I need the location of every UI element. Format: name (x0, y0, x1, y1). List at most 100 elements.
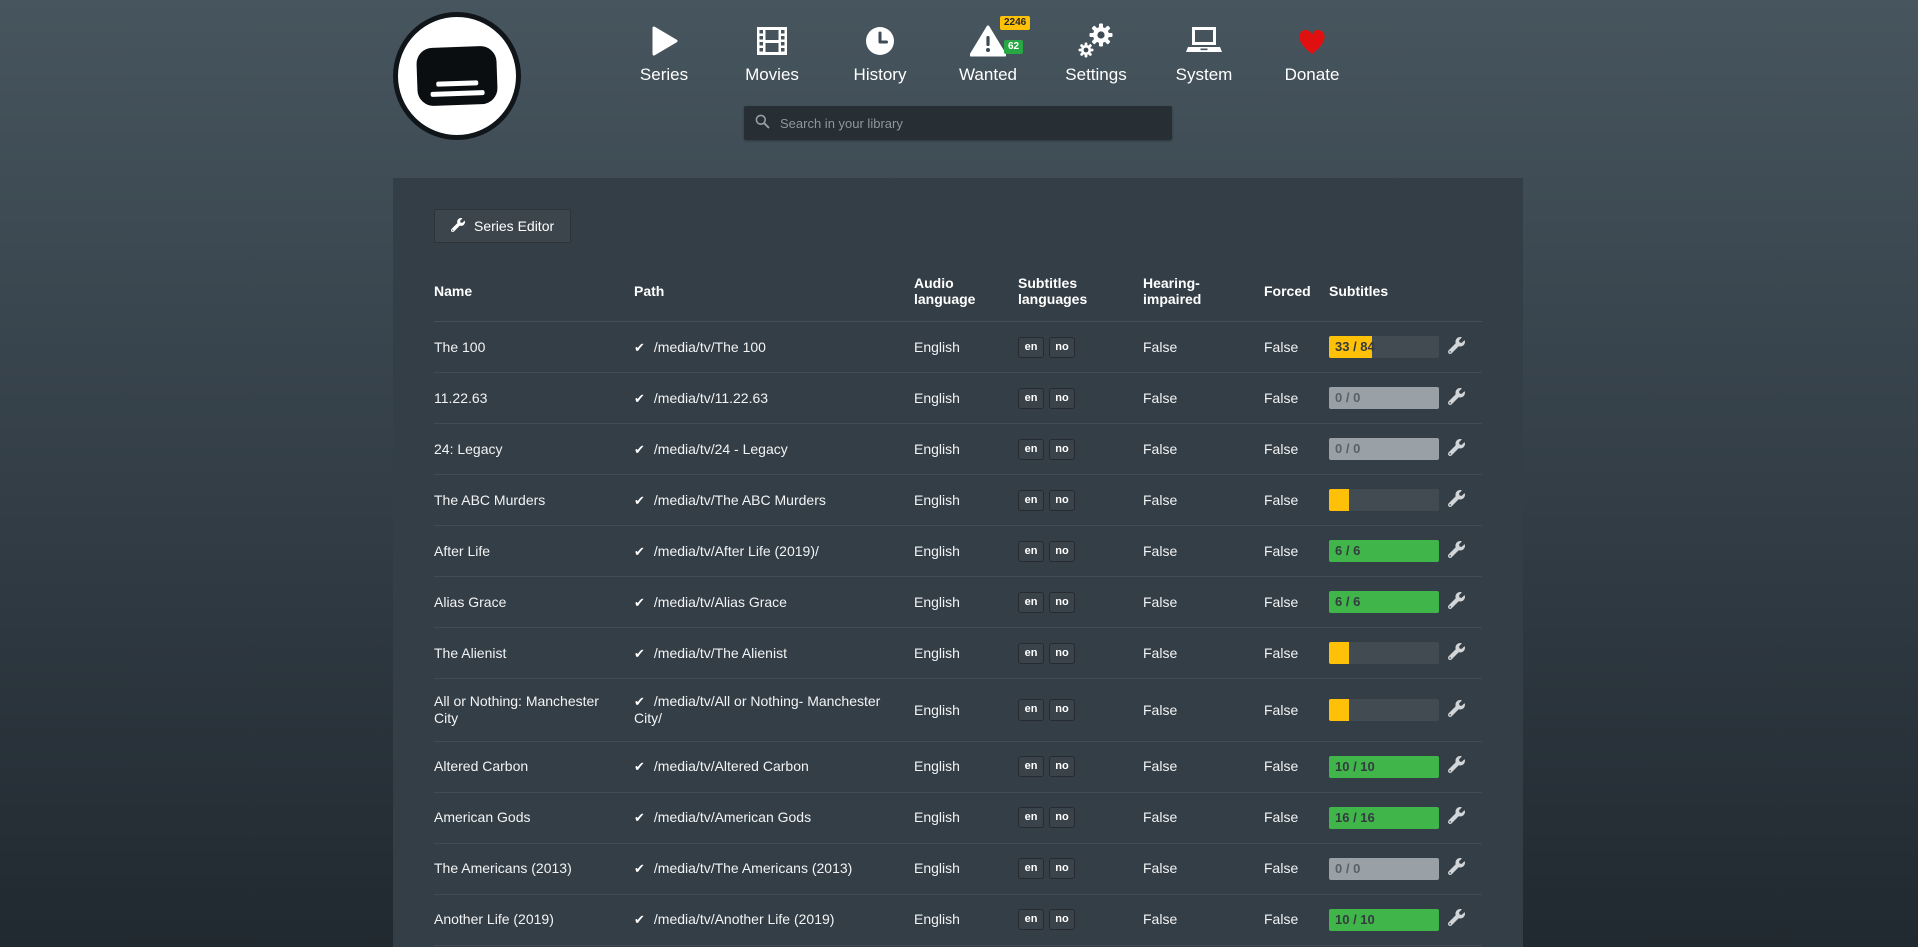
language-badge: no (1049, 541, 1075, 562)
check-icon: ✔ (634, 810, 645, 825)
language-badge: no (1049, 756, 1075, 777)
subtitles-languages: enno (1018, 843, 1143, 894)
language-badge: en (1018, 909, 1044, 930)
col-header-audio-language: Audio language (914, 265, 1018, 322)
hearing-impaired-value: False (1143, 526, 1264, 577)
nav-label: Settings (1042, 65, 1150, 85)
subtitles-progress-text: 10 / 10 (1335, 756, 1375, 778)
series-path: ✔/media/tv/Altered Carbon (634, 741, 914, 792)
edit-series-button[interactable] (1448, 439, 1465, 456)
edit-series-button[interactable] (1448, 807, 1465, 824)
app-logo[interactable] (393, 12, 521, 140)
wrench-icon (1448, 546, 1465, 561)
forced-value: False (1264, 322, 1329, 373)
hearing-impaired-value: False (1143, 577, 1264, 628)
bazarr-app: Series Movies History 2246 62 Wanted (0, 0, 1918, 947)
language-badge: no (1049, 643, 1075, 664)
series-path: ✔/media/tv/The Americans (2013) (634, 843, 914, 894)
language-badge: en (1018, 807, 1044, 828)
table-row: The Americans (2013) ✔/media/tv/The Amer… (434, 843, 1482, 894)
edit-series-button[interactable] (1448, 700, 1465, 717)
edit-series-button[interactable] (1448, 909, 1465, 926)
nav-item-settings[interactable]: Settings (1042, 20, 1150, 85)
wrench-icon (1448, 648, 1465, 663)
language-badge: en (1018, 439, 1044, 460)
nav-item-movies[interactable]: Movies (718, 20, 826, 85)
language-badge: no (1049, 592, 1075, 613)
edit-series-button[interactable] (1448, 490, 1465, 507)
series-path: ✔/media/tv/The ABC Murders (634, 475, 914, 526)
audio-language: English (914, 424, 1018, 475)
series-name[interactable]: 24: Legacy (434, 424, 634, 475)
nav-item-donate[interactable]: Donate (1258, 20, 1366, 85)
language-badge: no (1049, 858, 1075, 879)
hearing-impaired-value: False (1143, 628, 1264, 679)
subtitles-progress-bar: 10 / 10 (1329, 756, 1439, 778)
nav-item-series[interactable]: Series (610, 20, 718, 85)
series-name[interactable]: The 100 (434, 322, 634, 373)
nav-label: Movies (718, 65, 826, 85)
wrench-icon (1448, 705, 1465, 720)
subtitles-languages: enno (1018, 322, 1143, 373)
wrench-icon (1448, 863, 1465, 878)
language-badge: no (1049, 807, 1075, 828)
wrench-icon (1448, 393, 1465, 408)
series-name[interactable]: 11.22.63 (434, 373, 634, 424)
wrench-icon (1448, 761, 1465, 776)
forced-value: False (1264, 894, 1329, 945)
series-name[interactable]: American Gods (434, 792, 634, 843)
edit-series-button[interactable] (1448, 541, 1465, 558)
nav-item-system[interactable]: System (1150, 20, 1258, 85)
wrench-icon (1448, 342, 1465, 357)
hearing-impaired-value: False (1143, 475, 1264, 526)
col-header-hearing-impaired: Hearing-impaired (1143, 265, 1264, 322)
check-icon: ✔ (634, 759, 645, 774)
series-name[interactable]: The ABC Murders (434, 475, 634, 526)
series-name[interactable]: Another Life (2019) (434, 894, 634, 945)
edit-series-button[interactable] (1448, 388, 1465, 405)
series-editor-button[interactable]: Series Editor (434, 209, 571, 243)
subtitles-progress-bar: 0 / 0 (1329, 858, 1439, 880)
audio-language: English (914, 373, 1018, 424)
nav-item-wanted[interactable]: 2246 62 Wanted (934, 20, 1042, 85)
wrench-icon (1448, 444, 1465, 459)
wrench-icon (1448, 597, 1465, 612)
series-name[interactable]: The Alienist (434, 628, 634, 679)
forced-value: False (1264, 526, 1329, 577)
subtitles-languages: enno (1018, 679, 1143, 742)
language-badge: en (1018, 490, 1044, 511)
series-path: ✔/media/tv/American Gods (634, 792, 914, 843)
wanted-movies-count-badge: 62 (1004, 40, 1023, 54)
table-row: After Life ✔/media/tv/After Life (2019)/… (434, 526, 1482, 577)
hearing-impaired-value: False (1143, 322, 1264, 373)
table-row: All or Nothing: Manchester City ✔/media/… (434, 679, 1482, 742)
subtitles-progress-text: 6 / 6 (1335, 591, 1360, 613)
audio-language: English (914, 741, 1018, 792)
edit-series-button[interactable] (1448, 858, 1465, 875)
language-badge: no (1049, 699, 1075, 720)
subtitles-progress-bar: 6 / 6 (1329, 591, 1439, 613)
forced-value: False (1264, 843, 1329, 894)
edit-series-button[interactable] (1448, 592, 1465, 609)
subtitles-languages: enno (1018, 475, 1143, 526)
audio-language: English (914, 679, 1018, 742)
edit-series-button[interactable] (1448, 756, 1465, 773)
series-name[interactable]: Altered Carbon (434, 741, 634, 792)
wrench-icon (451, 218, 465, 235)
search-input[interactable] (778, 115, 1162, 132)
table-row: The ABC Murders ✔/media/tv/The ABC Murde… (434, 475, 1482, 526)
edit-series-button[interactable] (1448, 337, 1465, 354)
nav-item-history[interactable]: History (826, 20, 934, 85)
series-name[interactable]: The Americans (2013) (434, 843, 634, 894)
check-icon: ✔ (634, 340, 645, 355)
series-name[interactable]: After Life (434, 526, 634, 577)
audio-language: English (914, 322, 1018, 373)
series-name[interactable]: All or Nothing: Manchester City (434, 679, 634, 742)
edit-series-button[interactable] (1448, 643, 1465, 660)
series-path: ✔/media/tv/The 100 (634, 322, 914, 373)
language-badge: en (1018, 541, 1044, 562)
forced-value: False (1264, 373, 1329, 424)
subtitles-languages: enno (1018, 628, 1143, 679)
language-badge: en (1018, 592, 1044, 613)
series-name[interactable]: Alias Grace (434, 577, 634, 628)
